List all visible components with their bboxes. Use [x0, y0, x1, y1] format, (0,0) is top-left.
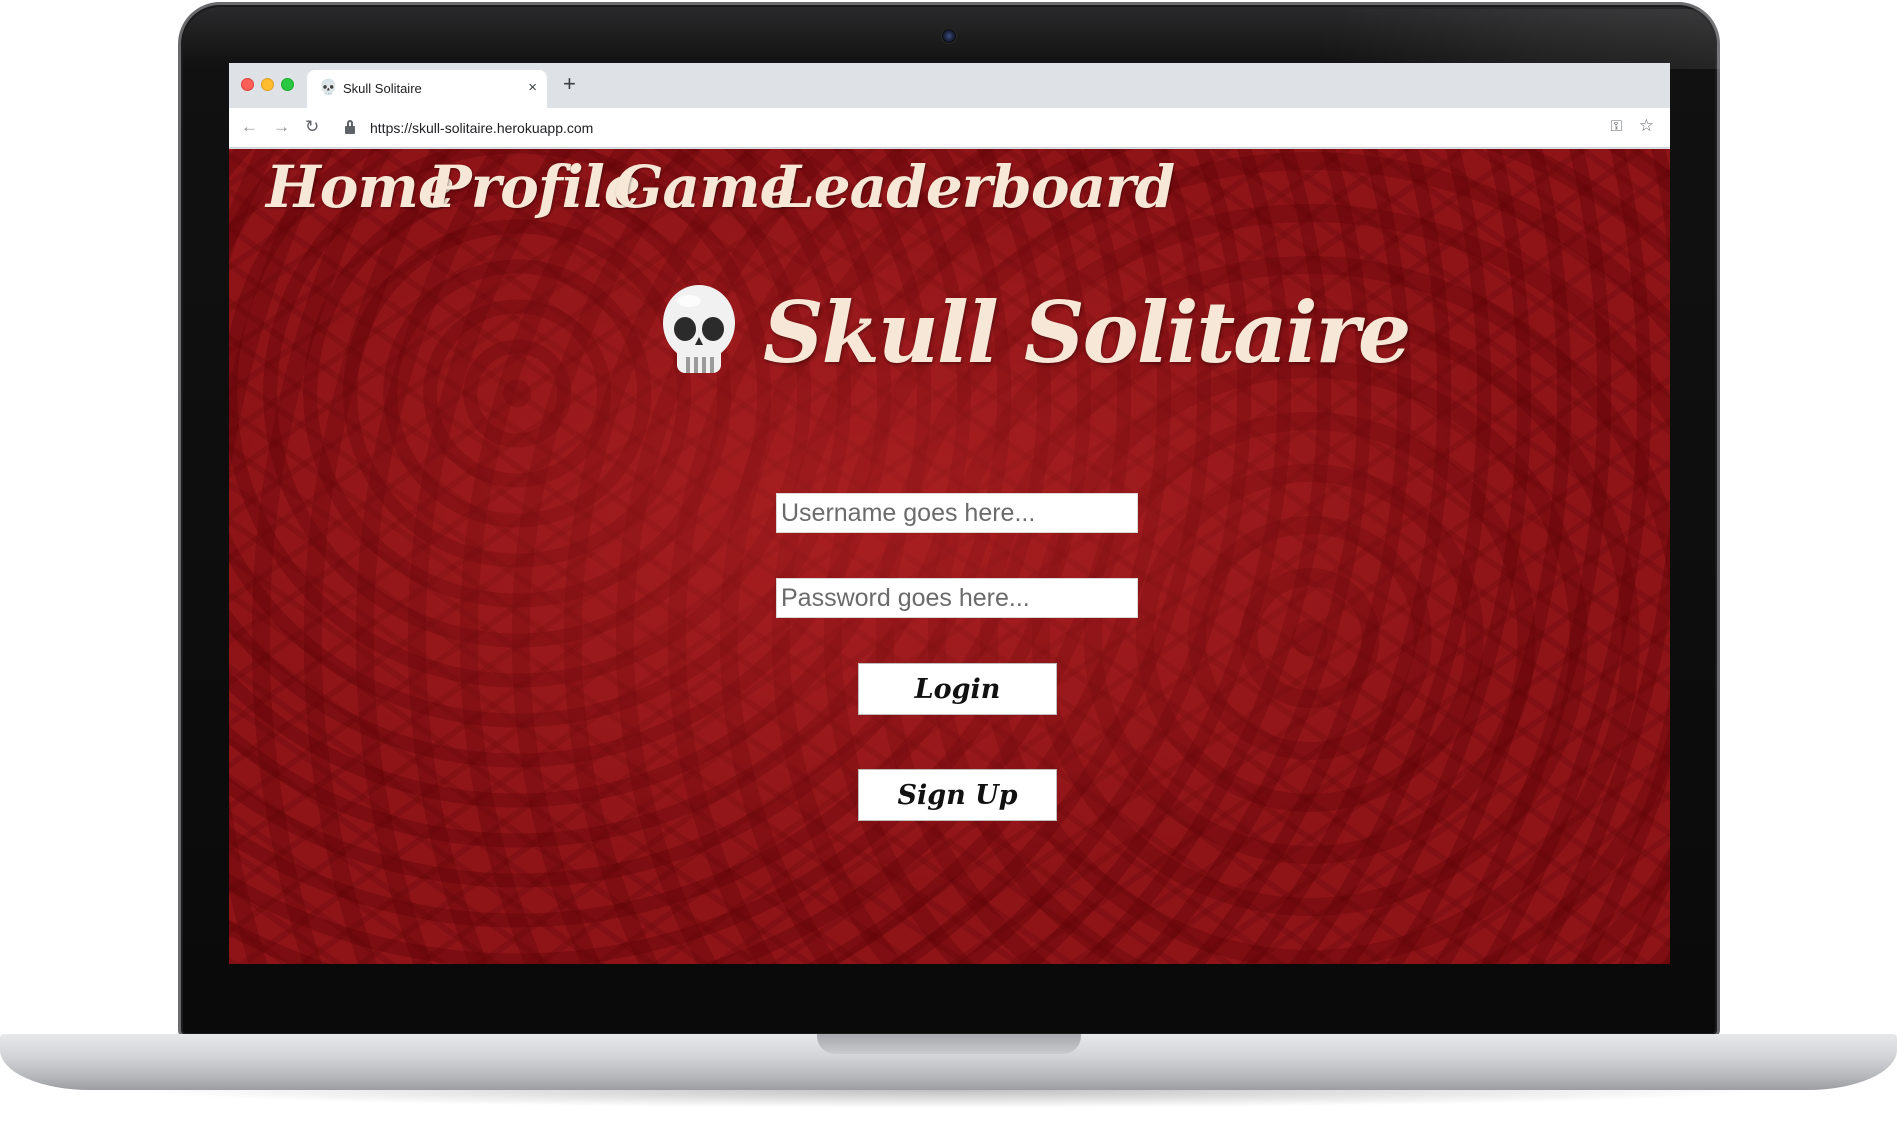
- close-window-button[interactable]: [241, 78, 254, 91]
- nav-link-profile[interactable]: Profile: [428, 153, 641, 221]
- camera-icon: [941, 28, 957, 44]
- tab-title: Skull Solitaire: [343, 81, 422, 96]
- nav-link-game[interactable]: Game: [614, 153, 796, 221]
- lock-icon[interactable]: [345, 120, 355, 134]
- password-input[interactable]: [776, 578, 1138, 618]
- bookmark-star-icon[interactable]: ☆: [1639, 116, 1654, 136]
- page-title: Skull Solitaire: [763, 283, 1411, 382]
- nav-link-home[interactable]: Home: [266, 153, 455, 221]
- login-button[interactable]: Login: [858, 663, 1057, 715]
- browser-toolbar: ← → ↻ https://skull-solitaire.herokuapp.…: [229, 108, 1670, 148]
- skull-icon: [663, 285, 735, 373]
- key-icon[interactable]: ⚿: [1611, 118, 1622, 135]
- new-tab-button[interactable]: +: [563, 73, 576, 95]
- maximize-window-button[interactable]: [281, 78, 294, 91]
- page-content: Home Profile Game Leaderboard Skull Soli…: [229, 149, 1670, 964]
- reload-icon[interactable]: ↻: [305, 117, 319, 137]
- tab-skull-solitaire[interactable]: 💀 Skull Solitaire ×: [307, 70, 547, 108]
- browser-window: 💀 Skull Solitaire × + ← → ↻ https://skul…: [229, 63, 1670, 964]
- back-arrow-icon[interactable]: ←: [241, 117, 258, 137]
- laptop-notch: [817, 1034, 1081, 1054]
- lid-gloss: [1321, 9, 1881, 69]
- forward-arrow-icon[interactable]: →: [273, 117, 290, 137]
- tab-close-icon[interactable]: ×: [528, 79, 537, 97]
- username-input[interactable]: [776, 493, 1138, 533]
- skull-favicon-icon: 💀: [319, 79, 338, 96]
- tab-strip: 💀 Skull Solitaire × +: [229, 63, 1670, 108]
- laptop-shadow: [120, 1090, 1777, 1108]
- signup-button[interactable]: Sign Up: [858, 769, 1057, 821]
- nav-link-leaderboard[interactable]: Leaderboard: [774, 153, 1175, 221]
- minimize-window-button[interactable]: [261, 78, 274, 91]
- address-bar[interactable]: https://skull-solitaire.herokuapp.com: [370, 120, 593, 136]
